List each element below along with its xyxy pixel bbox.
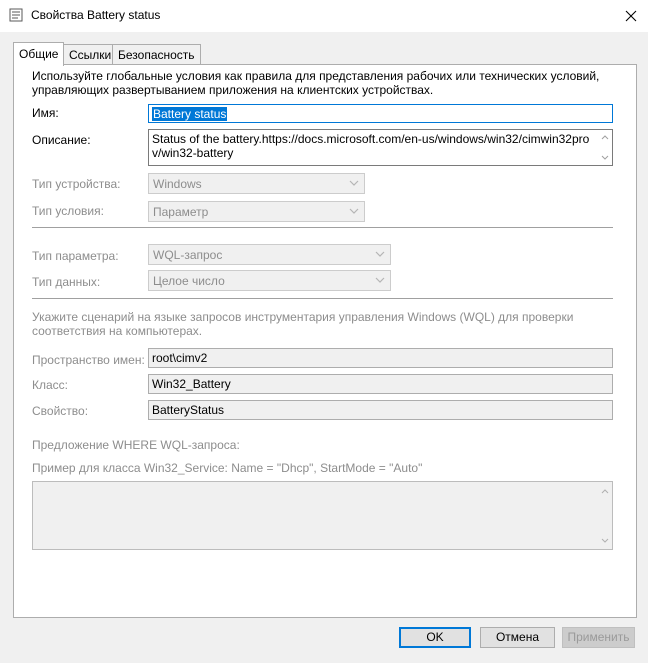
setting-type-value: WQL-запрос xyxy=(153,248,223,262)
setting-type-label: Тип параметра: xyxy=(32,249,119,263)
namespace-label: Пространство имен: xyxy=(32,353,145,367)
condition-type-label: Тип условия: xyxy=(32,204,104,218)
close-icon xyxy=(625,10,637,22)
window-title: Свойства Battery status xyxy=(31,8,161,22)
class-label: Класс: xyxy=(32,378,68,392)
separator xyxy=(32,227,613,228)
data-type-label: Тип данных: xyxy=(32,275,101,289)
device-type-label: Тип устройства: xyxy=(32,177,121,191)
namespace-value: root\cimv2 xyxy=(152,351,208,365)
where-example: Пример для класса Win32_Service: Name = … xyxy=(32,461,423,475)
namespace-field[interactable]: root\cimv2 xyxy=(148,348,613,368)
condition-type-value: Параметр xyxy=(153,205,209,219)
name-input[interactable]: Battery status xyxy=(148,104,613,123)
class-field[interactable]: Win32_Battery xyxy=(148,374,613,394)
chevron-down-icon xyxy=(375,251,385,257)
chevron-down-icon xyxy=(375,277,385,283)
condition-type-select[interactable]: Параметр xyxy=(148,201,365,222)
property-label: Свойство: xyxy=(32,404,89,418)
description-textarea[interactable]: Status of the battery.https://docs.micro… xyxy=(148,129,613,166)
class-value: Win32_Battery xyxy=(152,377,231,391)
name-value: Battery status xyxy=(152,107,228,121)
scroll-up-icon[interactable] xyxy=(601,488,609,494)
cancel-button[interactable]: Отмена xyxy=(480,627,555,648)
tab-security[interactable]: Безопасность xyxy=(112,44,201,64)
tab-references[interactable]: Ссылки xyxy=(63,44,118,64)
apply-button[interactable]: Применить xyxy=(562,627,635,648)
chevron-down-icon xyxy=(349,180,359,186)
description-label: Описание: xyxy=(32,133,91,147)
ok-button[interactable]: OK xyxy=(399,627,471,648)
device-type-value: Windows xyxy=(153,177,202,191)
scroll-up-icon[interactable] xyxy=(601,134,609,140)
device-type-select[interactable]: Windows xyxy=(148,173,365,194)
properties-window-icon xyxy=(9,8,23,22)
name-label: Имя: xyxy=(32,106,59,120)
close-button[interactable] xyxy=(616,2,646,30)
where-clause-label: Предложение WHERE WQL-запроса: xyxy=(32,438,240,452)
scroll-down-icon[interactable] xyxy=(601,155,609,161)
property-value: BatteryStatus xyxy=(152,403,225,417)
intro-description: Используйте глобальные условия как прави… xyxy=(32,69,600,97)
separator xyxy=(32,298,613,299)
scroll-down-icon[interactable] xyxy=(601,538,609,544)
setting-type-select[interactable]: WQL-запрос xyxy=(148,244,391,265)
chevron-down-icon xyxy=(349,208,359,214)
description-value: Status of the battery.https://docs.micro… xyxy=(152,132,590,160)
data-type-value: Целое число xyxy=(153,274,225,288)
tab-general[interactable]: Общие xyxy=(13,42,65,66)
where-clause-textarea[interactable] xyxy=(32,481,613,550)
data-type-select[interactable]: Целое число xyxy=(148,270,391,291)
wql-hint: Укажите сценарий на языке запросов инстр… xyxy=(32,310,574,338)
property-field[interactable]: BatteryStatus xyxy=(148,400,613,420)
